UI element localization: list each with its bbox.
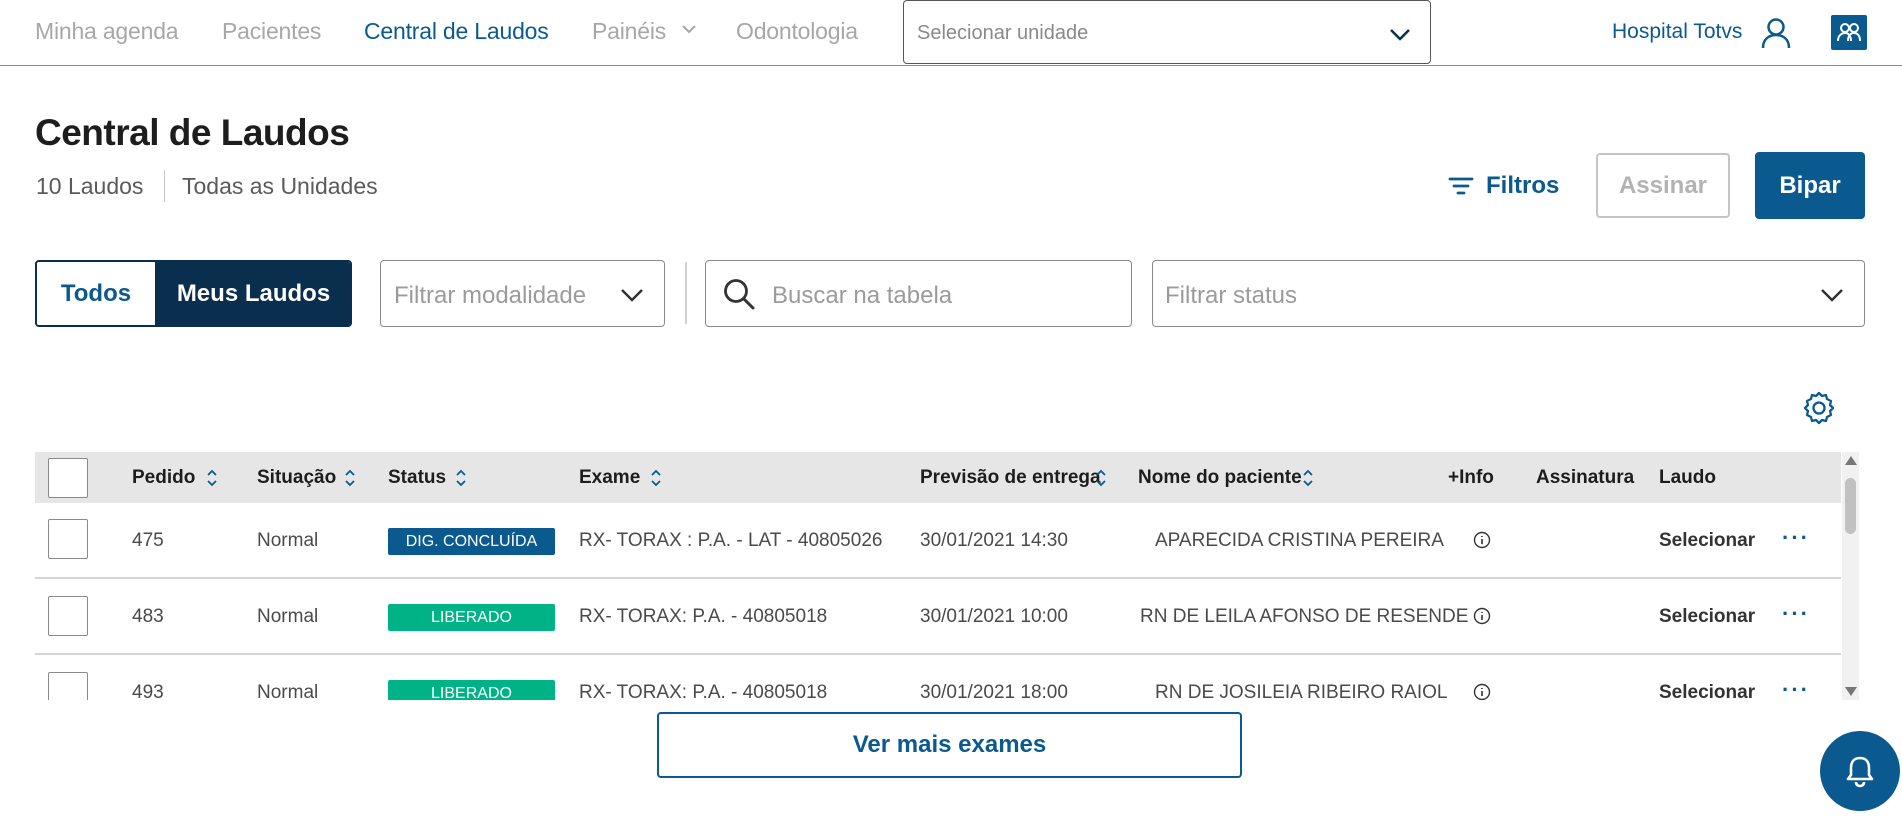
- filter-icon: [1448, 177, 1474, 195]
- ownership-toggle: Todos Meus Laudos: [35, 260, 352, 327]
- top-navigation: Minha agenda Pacientes Central de Laudos…: [0, 0, 1902, 66]
- table-header: Pedido Situação Status Exame Previsão de…: [35, 452, 1841, 503]
- search-icon: [724, 279, 755, 310]
- column-paciente[interactable]: Nome do paciente: [1138, 467, 1302, 489]
- report-count: 10 Laudos: [36, 173, 144, 199]
- page-title: Central de Laudos: [35, 112, 350, 153]
- cell-exame: RX- TORAX : P.A. - LAT - 40805026: [579, 530, 883, 551]
- status-filter-placeholder: Filtrar status: [1165, 282, 1298, 309]
- row-checkbox[interactable]: [48, 519, 88, 559]
- select-report-link[interactable]: Selecionar: [1659, 530, 1755, 552]
- more-options-icon[interactable]: ···: [1782, 601, 1810, 627]
- table-row[interactable]: 483 Normal LIBERADO RX- TORAX: P.A. - 40…: [35, 579, 1841, 655]
- column-laudo: Laudo: [1659, 467, 1716, 488]
- sort-icon[interactable]: [206, 468, 218, 488]
- cell-paciente: RN DE LEILA AFONSO DE RESENDE: [1140, 606, 1469, 627]
- status-badge: DIG. CONCLUÍDA: [388, 528, 555, 555]
- column-situacao[interactable]: Situação: [257, 467, 336, 489]
- notification-bell-icon[interactable]: [1820, 731, 1900, 811]
- column-status[interactable]: Status: [388, 467, 446, 489]
- nav-central-de-laudos[interactable]: Central de Laudos: [364, 18, 549, 45]
- sort-icon[interactable]: [650, 468, 662, 488]
- cell-previsao: 30/01/2021 14:30: [920, 530, 1068, 551]
- chevron-down-icon: [621, 289, 643, 302]
- gear-icon[interactable]: [1802, 391, 1836, 430]
- column-previsao[interactable]: Previsão de entrega: [920, 467, 1101, 489]
- modality-filter[interactable]: Filtrar modalidade: [380, 260, 665, 327]
- search-placeholder: Buscar na tabela: [772, 282, 953, 309]
- cell-exame: RX- TORAX: P.A. - 40805018: [579, 606, 828, 627]
- toggle-all[interactable]: Todos: [37, 262, 155, 325]
- hospital-name[interactable]: Hospital Totvs: [1612, 20, 1742, 44]
- chevron-down-icon: [1821, 289, 1843, 302]
- filters-label: Filtros: [1486, 172, 1560, 199]
- cell-previsao: 30/01/2021 18:00: [920, 682, 1068, 700]
- sort-icon[interactable]: [455, 468, 467, 488]
- cell-situacao: Normal: [257, 682, 319, 700]
- info-icon[interactable]: [1473, 683, 1491, 700]
- unit-select[interactable]: Selecionar unidade: [903, 0, 1431, 64]
- table-scrollbar[interactable]: [1842, 452, 1859, 700]
- column-exame[interactable]: Exame: [579, 467, 640, 489]
- select-all-checkbox[interactable]: [48, 458, 88, 498]
- cell-paciente: RN DE JOSILEIA RIBEIRO RAIOL: [1155, 682, 1448, 700]
- status-filter[interactable]: Filtrar status: [1152, 260, 1865, 327]
- cell-pedido: 493: [132, 682, 164, 700]
- scan-button[interactable]: Bipar: [1755, 152, 1865, 219]
- cell-exame: RX- TORAX: P.A. - 40805018: [579, 682, 828, 700]
- sign-button[interactable]: Assinar: [1596, 153, 1730, 218]
- table-row[interactable]: 475 Normal DIG. CONCLUÍDA RX- TORAX : P.…: [35, 503, 1841, 579]
- scroll-down-arrow[interactable]: [1845, 687, 1857, 696]
- status-badge: LIBERADO: [388, 680, 555, 700]
- scroll-up-arrow[interactable]: [1845, 456, 1857, 465]
- unit-select-placeholder: Selecionar unidade: [917, 22, 1089, 44]
- info-icon[interactable]: [1473, 607, 1491, 625]
- column-pedido[interactable]: Pedido: [132, 467, 195, 489]
- cell-pedido: 483: [132, 606, 164, 627]
- chevron-down-icon: [1390, 29, 1410, 41]
- toggle-my-reports[interactable]: Meus Laudos: [155, 262, 350, 325]
- sort-icon[interactable]: [1302, 468, 1314, 488]
- cell-previsao: 30/01/2021 10:00: [920, 606, 1068, 627]
- cell-paciente: APARECIDA CRISTINA PEREIRA: [1155, 530, 1444, 551]
- scroll-thumb[interactable]: [1845, 478, 1856, 534]
- cell-pedido: 475: [132, 530, 164, 551]
- nav-paineis[interactable]: Painéis: [592, 18, 666, 45]
- table-row[interactable]: 493 Normal LIBERADO RX- TORAX: P.A. - 40…: [35, 655, 1841, 700]
- row-checkbox[interactable]: [48, 596, 88, 636]
- nav-minha-agenda[interactable]: Minha agenda: [35, 18, 179, 45]
- chevron-down-icon[interactable]: [681, 21, 697, 42]
- select-report-link[interactable]: Selecionar: [1659, 682, 1755, 700]
- profile-switch-icon[interactable]: [1831, 15, 1867, 50]
- reports-table: Pedido Situação Status Exame Previsão de…: [35, 452, 1841, 700]
- cell-situacao: Normal: [257, 606, 319, 627]
- user-icon[interactable]: [1761, 17, 1791, 54]
- more-options-icon[interactable]: ···: [1782, 677, 1810, 700]
- select-report-link[interactable]: Selecionar: [1659, 606, 1755, 628]
- search-input[interactable]: Buscar na tabela: [705, 260, 1132, 327]
- filter-divider: [685, 262, 687, 324]
- column-info: +Info: [1448, 467, 1494, 488]
- row-checkbox[interactable]: [48, 672, 88, 700]
- info-icon[interactable]: [1473, 531, 1491, 549]
- nav-odontologia[interactable]: Odontologia: [736, 18, 858, 45]
- nav-pacientes[interactable]: Pacientes: [222, 18, 321, 45]
- subtitle-divider: [164, 170, 165, 202]
- cell-situacao: Normal: [257, 530, 319, 551]
- unit-scope: Todas as Unidades: [182, 173, 378, 199]
- sort-icon[interactable]: [344, 468, 356, 488]
- column-assinatura: Assinatura: [1536, 467, 1635, 488]
- more-options-icon[interactable]: ···: [1782, 525, 1810, 551]
- status-badge: LIBERADO: [388, 604, 555, 631]
- modality-filter-placeholder: Filtrar modalidade: [394, 282, 587, 309]
- load-more-button[interactable]: Ver mais exames: [657, 712, 1242, 778]
- sort-icon[interactable]: [1095, 468, 1107, 488]
